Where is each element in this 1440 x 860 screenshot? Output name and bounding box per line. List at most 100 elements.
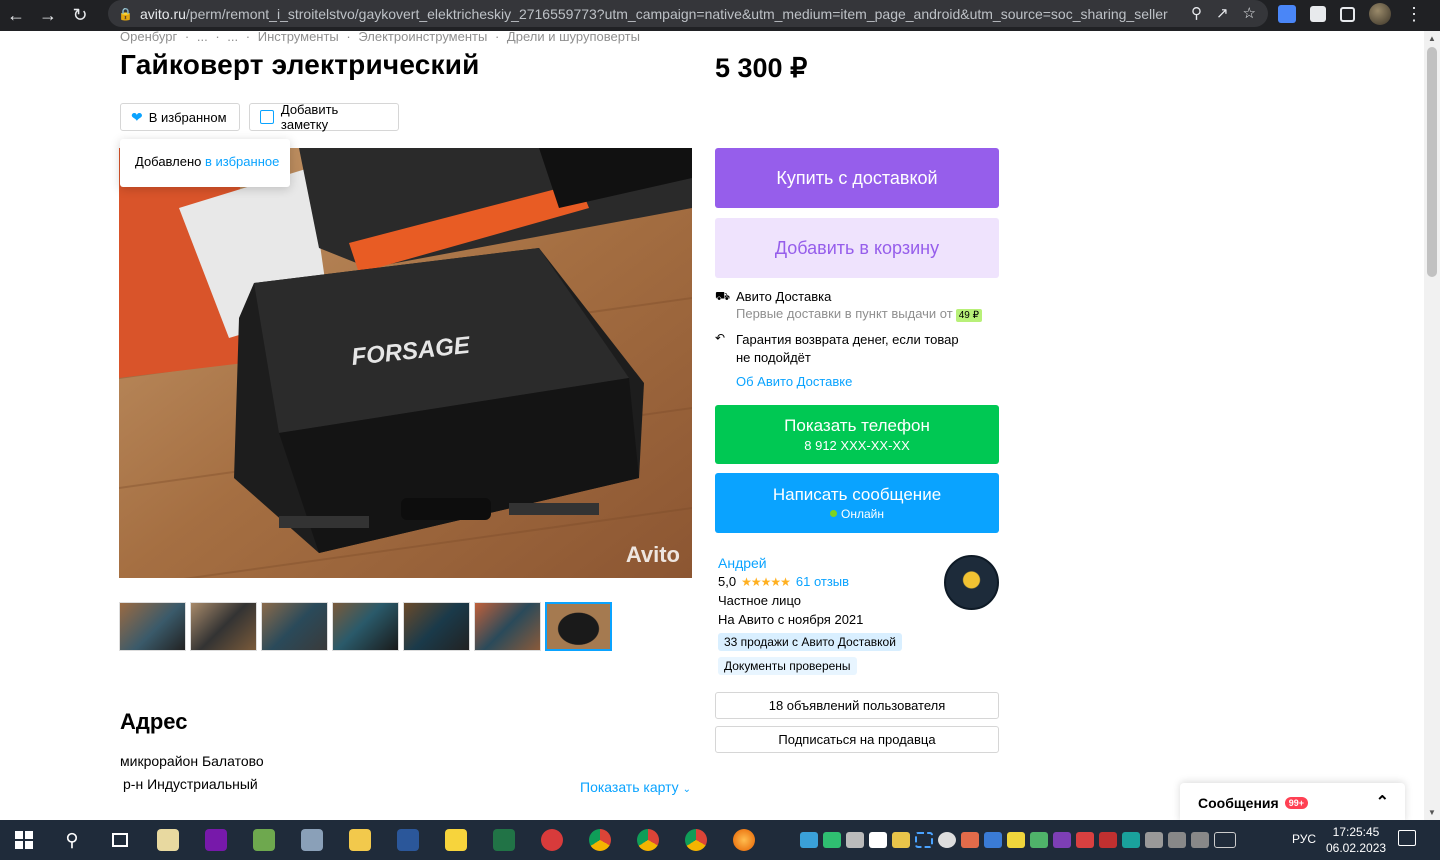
scroll-down-icon[interactable]: ▼ bbox=[1428, 808, 1436, 817]
page-scrollbar[interactable]: ▲ ▼ bbox=[1424, 31, 1440, 820]
tray-app-icon[interactable] bbox=[1076, 832, 1094, 848]
notes-icon[interactable] bbox=[1007, 832, 1025, 848]
back-arrow-icon[interactable]: ← bbox=[0, 0, 32, 31]
thumbnail-7-selected[interactable] bbox=[545, 602, 612, 651]
tooltip-favorites-link[interactable]: в избранное bbox=[205, 154, 279, 169]
system-clock[interactable]: 17:25:45 06.02.2023 bbox=[1326, 824, 1386, 856]
snip-icon[interactable] bbox=[915, 832, 933, 848]
system-tray bbox=[800, 820, 1236, 860]
thumbnail-6[interactable] bbox=[474, 602, 541, 651]
tray-app-icon[interactable] bbox=[800, 832, 818, 848]
buy-with-delivery-button[interactable]: Купить с доставкой bbox=[715, 148, 999, 208]
cart-label: Добавить в корзину bbox=[774, 237, 940, 258]
reviews-link[interactable]: 61 отзыв bbox=[796, 574, 849, 589]
seller-rating: 5,0 bbox=[718, 574, 737, 589]
windows-start-icon[interactable] bbox=[0, 820, 48, 860]
chevron-up-icon[interactable]: ⌃ bbox=[1376, 792, 1389, 812]
tray-app-icon[interactable] bbox=[961, 832, 979, 848]
bookmark-star-icon[interactable]: ☆ bbox=[1243, 4, 1256, 22]
breadcrumb-item[interactable]: Инструменты bbox=[258, 31, 339, 44]
input-language[interactable]: РУС bbox=[1292, 832, 1316, 846]
extensions-puzzle-icon[interactable] bbox=[1310, 6, 1326, 22]
volume-icon[interactable] bbox=[1191, 832, 1209, 848]
breadcrumb-item[interactable]: Электроинструменты bbox=[358, 31, 487, 44]
tray-app-icon[interactable] bbox=[1122, 832, 1140, 848]
search-icon[interactable]: ⚲ bbox=[48, 820, 96, 860]
file-icon[interactable] bbox=[144, 820, 192, 860]
document-icon[interactable] bbox=[869, 832, 887, 848]
mail-icon[interactable] bbox=[984, 832, 1002, 848]
thumbnail-5[interactable] bbox=[403, 602, 470, 651]
thumbnail-4[interactable] bbox=[332, 602, 399, 651]
address-heading: Адрес bbox=[120, 709, 188, 734]
search-icon[interactable]: ⚲ bbox=[1191, 4, 1202, 22]
browser-menu-icon[interactable]: ⋮ bbox=[1405, 4, 1423, 25]
chrome-icon[interactable] bbox=[576, 820, 624, 860]
monitor-icon[interactable] bbox=[846, 832, 864, 848]
write-message-label: Написать сообщение bbox=[772, 485, 942, 504]
chrome-icon[interactable] bbox=[624, 820, 672, 860]
add-to-cart-button[interactable]: Добавить в корзину bbox=[715, 218, 999, 278]
url-text[interactable]: avito.ru/perm/remont_i_stroitelstvo/gayk… bbox=[140, 6, 1180, 22]
address-bar[interactable]: 🔒 avito.ru/perm/remont_i_stroitelstvo/ga… bbox=[108, 0, 1268, 27]
subscribe-seller-button[interactable]: Подписаться на продавца bbox=[715, 726, 999, 753]
share-icon[interactable]: ↗ bbox=[1216, 4, 1229, 22]
thumbnail-3[interactable] bbox=[261, 602, 328, 651]
onenote-icon[interactable] bbox=[192, 820, 240, 860]
delivery-price-chip: 49 ₽ bbox=[955, 309, 982, 322]
translate-extension-icon[interactable] bbox=[1278, 5, 1296, 23]
tray-app-icon[interactable] bbox=[1030, 832, 1048, 848]
sticky-note-icon[interactable] bbox=[892, 832, 910, 848]
tray-circle-icon[interactable] bbox=[938, 832, 956, 848]
return-arrow-icon: ↶ bbox=[715, 331, 726, 345]
main-product-photo[interactable]: FORSAGE Avito bbox=[119, 148, 692, 578]
forward-arrow-icon[interactable]: → bbox=[32, 0, 64, 31]
clock-date: 06.02.2023 bbox=[1326, 841, 1387, 855]
app-red-icon[interactable] bbox=[528, 820, 576, 860]
windows-taskbar: ⚲ РУС 17:25:45 06.02.2023 bbox=[0, 820, 1440, 860]
scrollbar-thumb[interactable] bbox=[1427, 47, 1437, 277]
show-map-link[interactable]: Показать карту ⌄ bbox=[580, 779, 691, 795]
app-icon[interactable] bbox=[288, 820, 336, 860]
side-panel-icon[interactable] bbox=[1340, 6, 1355, 22]
messages-widget[interactable]: Сообщения 99+ ⌃ bbox=[1180, 783, 1405, 820]
breadcrumb-item[interactable]: Оренбург bbox=[120, 31, 177, 44]
seller-ads-button[interactable]: 18 объявлений пользователя bbox=[715, 692, 999, 719]
shield-icon[interactable] bbox=[823, 832, 841, 848]
profile-avatar[interactable] bbox=[1369, 3, 1391, 25]
breadcrumb-separator: · bbox=[245, 31, 251, 44]
show-phone-button[interactable]: Показать телефон 8 912 XXX-XX-XX bbox=[715, 405, 999, 464]
write-message-button[interactable]: Написать сообщение Онлайн bbox=[715, 473, 999, 533]
add-note-button[interactable]: Добавить заметку bbox=[249, 102, 399, 132]
firefox-icon[interactable] bbox=[720, 820, 768, 860]
task-view-icon[interactable] bbox=[96, 820, 144, 860]
notifications-icon[interactable] bbox=[1398, 830, 1416, 846]
onenote-tray-icon[interactable] bbox=[1053, 832, 1071, 848]
breadcrumb: Оренбург · ... · ... · Инструменты · Эле… bbox=[120, 31, 644, 44]
sticky-notes-icon[interactable] bbox=[432, 820, 480, 860]
favorite-button[interactable]: ❤ В избранном bbox=[120, 103, 240, 131]
chevron-down-icon: ⌄ bbox=[682, 784, 691, 795]
listing-price: 5 300 ₽ bbox=[715, 53, 808, 83]
add-note-label: Добавить заметку bbox=[280, 102, 339, 132]
wifi-icon[interactable] bbox=[1168, 832, 1186, 848]
word-icon[interactable] bbox=[384, 820, 432, 860]
folder-icon[interactable] bbox=[336, 820, 384, 860]
about-delivery-link[interactable]: Об Авито Доставке bbox=[736, 374, 999, 389]
breadcrumb-item[interactable]: Дрели и шуруповерты bbox=[507, 31, 640, 44]
excel-icon[interactable] bbox=[480, 820, 528, 860]
keyboard-icon[interactable] bbox=[1214, 832, 1236, 848]
scroll-up-icon[interactable]: ▲ bbox=[1428, 34, 1436, 43]
breadcrumb-item[interactable]: ... bbox=[227, 31, 238, 44]
notepad-icon[interactable] bbox=[240, 820, 288, 860]
reload-icon[interactable]: ↻ bbox=[64, 0, 96, 31]
guarantee-line-1: Гарантия возврата денег, если товар bbox=[736, 332, 959, 347]
thumbnail-2[interactable] bbox=[190, 602, 257, 651]
battery-icon[interactable] bbox=[1145, 832, 1163, 848]
tray-app-icon[interactable] bbox=[1099, 832, 1117, 848]
breadcrumb-separator: · bbox=[346, 31, 351, 44]
chrome-icon[interactable] bbox=[672, 820, 720, 860]
breadcrumb-item[interactable]: ... bbox=[197, 31, 208, 44]
seller-avatar[interactable] bbox=[944, 555, 999, 610]
thumbnail-1[interactable] bbox=[119, 602, 186, 651]
